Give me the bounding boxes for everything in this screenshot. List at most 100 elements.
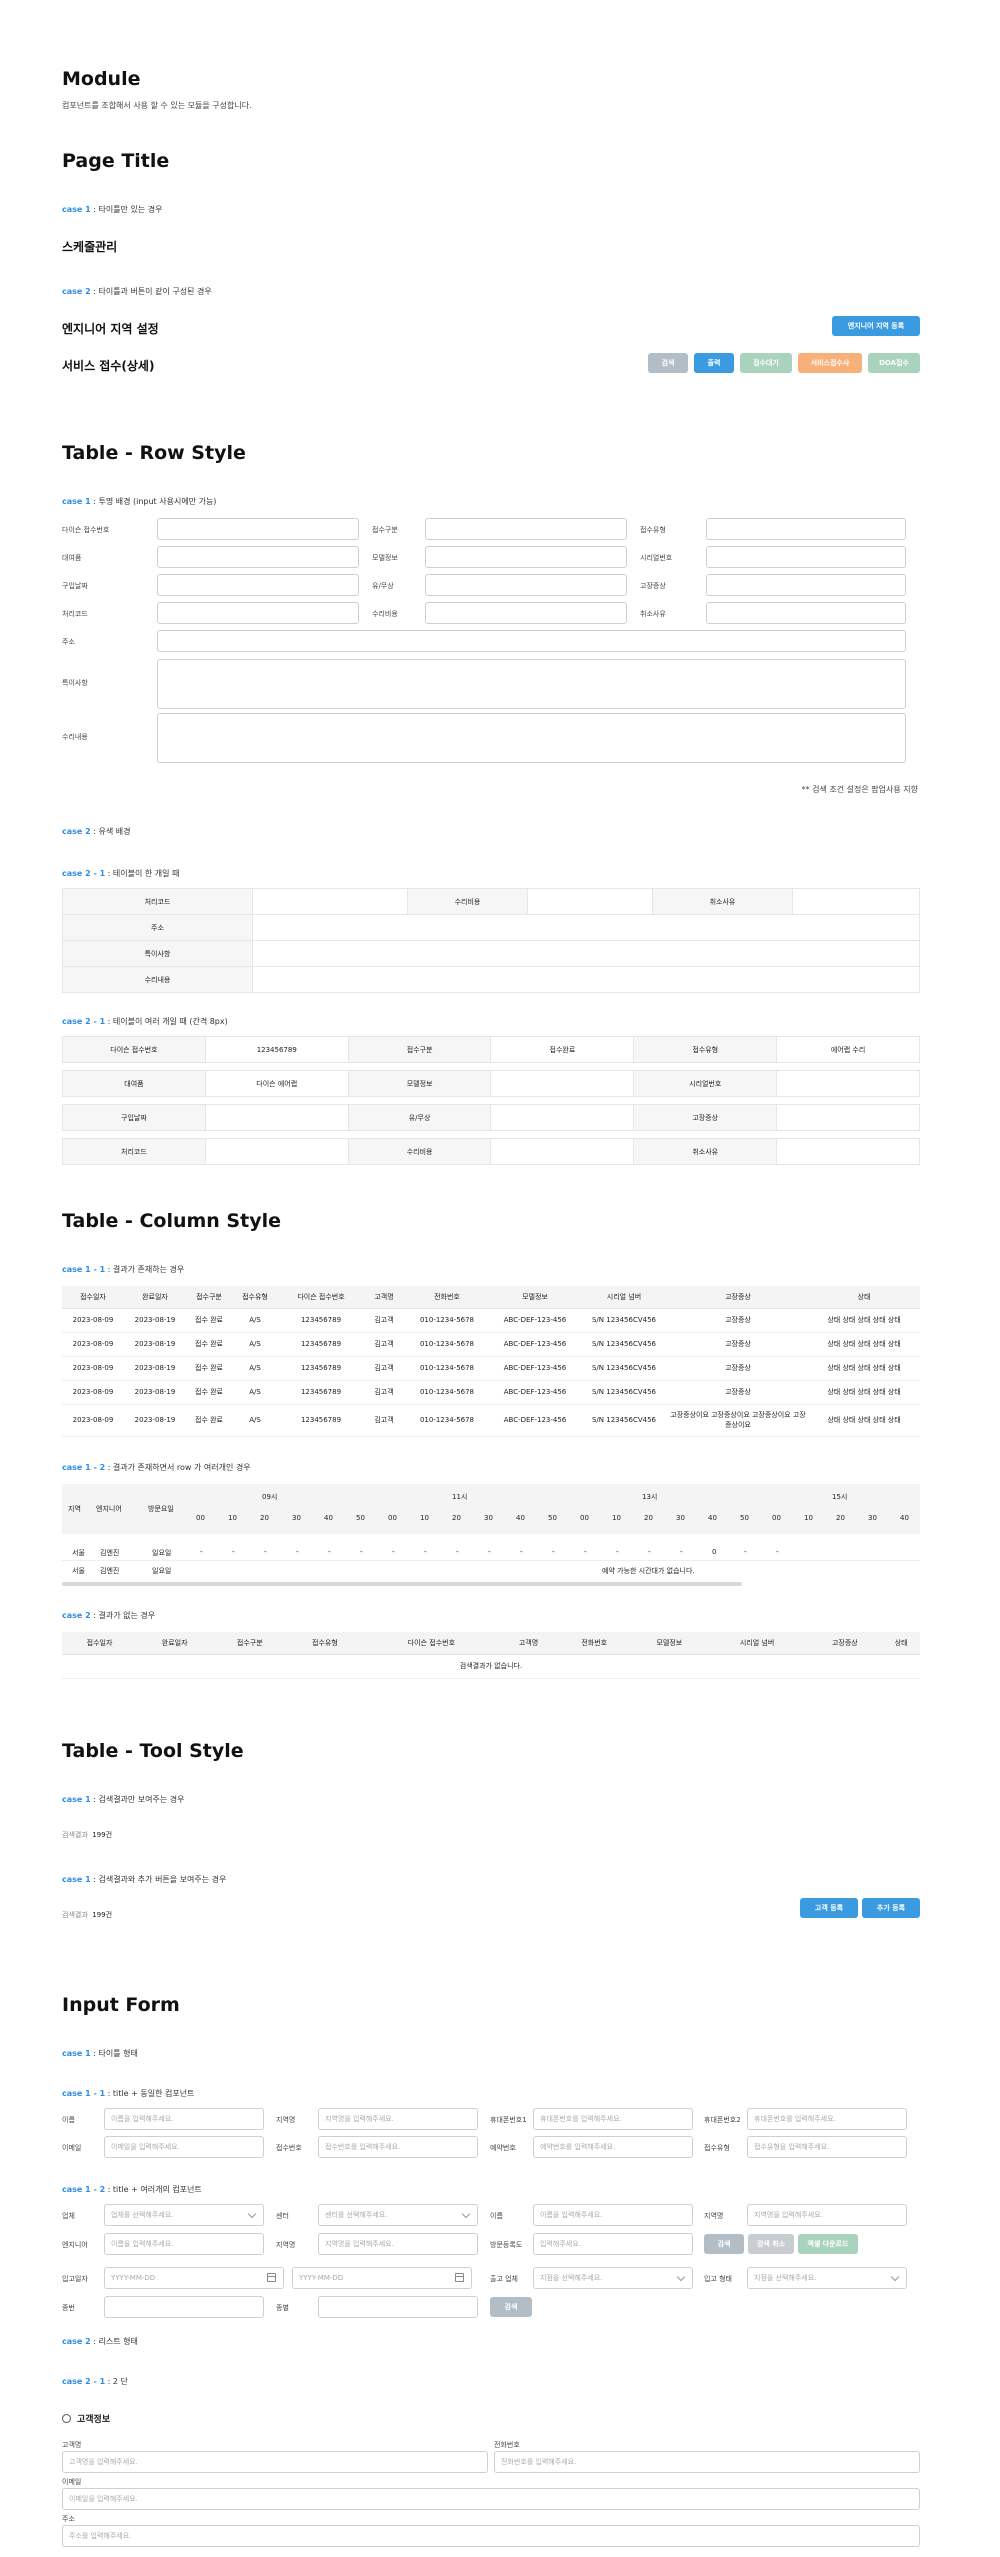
slot-cell[interactable]: -: [392, 1548, 395, 1556]
customer-name-input[interactable]: 고객명을 입력해주세요.: [62, 2451, 488, 2473]
column-header[interactable]: 고객명: [364, 1286, 404, 1309]
text-input[interactable]: 지역명을 입력해주세요.: [318, 2108, 478, 2130]
phone-input[interactable]: 전화번호를 입력해주세요.: [494, 2451, 920, 2473]
column-header[interactable]: 전화번호: [556, 1632, 632, 1655]
slot-cell[interactable]: -: [264, 1548, 267, 1556]
slot-cell[interactable]: -: [648, 1548, 651, 1556]
slot-cell[interactable]: -: [584, 1548, 587, 1556]
ship-vendor-select[interactable]: 지점을 선택해주세요.: [533, 2267, 693, 2289]
form-input[interactable]: [425, 602, 627, 624]
type-input[interactable]: [318, 2296, 478, 2318]
column-header[interactable]: 완료일자: [137, 1632, 213, 1655]
form-input[interactable]: [425, 518, 627, 540]
column-header[interactable]: 다이슨 접수번호: [278, 1286, 364, 1309]
form-input[interactable]: [157, 602, 359, 624]
form-input[interactable]: [157, 574, 359, 596]
action-button[interactable]: 검색: [648, 353, 688, 373]
column-header[interactable]: 접수유형: [232, 1286, 278, 1309]
form-input[interactable]: [157, 518, 359, 540]
slot-cell[interactable]: -: [232, 1548, 235, 1556]
form-input[interactable]: [425, 546, 627, 568]
column-header[interactable]: 완료일자: [124, 1286, 186, 1309]
column-header[interactable]: 다이슨 접수번호: [362, 1632, 501, 1655]
select-input[interactable]: 센터를 선택해주세요.: [318, 2204, 478, 2226]
form-input[interactable]: [706, 546, 906, 568]
receive-type-select[interactable]: 지점을 선택해주세요.: [747, 2267, 907, 2289]
text-input[interactable]: 지역명을 입력해주세요.: [318, 2233, 478, 2255]
slot-cell[interactable]: -: [424, 1548, 427, 1556]
column-header[interactable]: 고장증상: [807, 1632, 883, 1655]
horizontal-scrollbar[interactable]: [62, 1582, 742, 1586]
special-note-textarea[interactable]: [157, 659, 906, 709]
text-input[interactable]: 휴대폰번호를 입력해주세요.: [747, 2108, 907, 2130]
column-header[interactable]: 고장증상: [668, 1286, 808, 1309]
end-date-input[interactable]: YYYY-MM-DD: [292, 2267, 472, 2289]
column-header[interactable]: 접수구분: [186, 1286, 232, 1309]
form-input[interactable]: [157, 546, 359, 568]
action-button[interactable]: 출력: [694, 353, 734, 373]
start-date-input[interactable]: YYYY-MM-DD: [104, 2267, 284, 2289]
form-input[interactable]: [706, 574, 906, 596]
text-input[interactable]: 예약번호를 입력해주세요.: [533, 2136, 693, 2158]
engineer-region-add-button[interactable]: 엔지니어 지역 등록: [832, 316, 920, 336]
action-button[interactable]: DOA접수: [868, 353, 920, 373]
slot-cell[interactable]: -: [680, 1548, 683, 1556]
column-header[interactable]: 모델정보: [490, 1286, 580, 1309]
slot-cell[interactable]: -: [456, 1548, 459, 1556]
repair-content-textarea[interactable]: [157, 713, 906, 763]
select-input[interactable]: 업체를 선택해주세요.: [104, 2204, 264, 2226]
table-row[interactable]: 2023-08-09 2023-08-19 접수 완료 A/S 123456789 김고객…: [62, 1404, 920, 1437]
slot-cell[interactable]: 0: [712, 1548, 716, 1556]
table-row[interactable]: 2023-08-09 2023-08-19 접수 완료 A/S 123456789 김고객…: [62, 1332, 920, 1357]
slot-cell[interactable]: -: [776, 1548, 779, 1556]
calendar-icon[interactable]: [455, 2273, 464, 2282]
column-header[interactable]: 상태: [882, 1632, 920, 1655]
slot-cell[interactable]: -: [552, 1548, 555, 1556]
action-button[interactable]: 엑셀 다운로드: [798, 2234, 858, 2254]
column-header[interactable]: 접수일자: [62, 1632, 138, 1655]
extra-add-button[interactable]: 추가 등록: [862, 1898, 920, 1918]
action-button[interactable]: 접수대기: [740, 353, 792, 373]
column-header[interactable]: 시리얼 넘버: [580, 1286, 668, 1309]
calendar-icon[interactable]: [267, 2273, 276, 2282]
slot-cell[interactable]: -: [328, 1548, 331, 1556]
slot-cell[interactable]: -: [296, 1548, 299, 1556]
search-button[interactable]: 검색: [490, 2297, 532, 2317]
slot-cell[interactable]: -: [200, 1548, 203, 1556]
address-input[interactable]: [157, 630, 906, 652]
slot-cell[interactable]: -: [616, 1548, 619, 1556]
text-input[interactable]: 접수번호를 입력해주세요.: [318, 2136, 478, 2158]
column-header[interactable]: 고객명: [500, 1632, 557, 1655]
column-header[interactable]: 접수구분: [212, 1632, 288, 1655]
slot-cell[interactable]: -: [744, 1548, 747, 1556]
slot-cell[interactable]: -: [360, 1548, 363, 1556]
text-input[interactable]: 입력해주세요.: [533, 2233, 693, 2255]
text-input[interactable]: 휴대폰번호를 입력해주세요.: [533, 2108, 693, 2130]
slot-cell[interactable]: -: [520, 1548, 523, 1556]
text-input[interactable]: 이름을 입력해주세요.: [104, 2108, 264, 2130]
column-header[interactable]: 접수일자: [62, 1286, 124, 1309]
table-row[interactable]: 2023-08-09 2023-08-19 접수 완료 A/S 123456789 김고객…: [62, 1380, 920, 1405]
column-header[interactable]: 모델정보: [631, 1632, 707, 1655]
address-field[interactable]: 주소를 입력해주세요.: [62, 2525, 920, 2547]
action-button[interactable]: 검색 취소: [748, 2234, 794, 2254]
form-input[interactable]: [706, 602, 906, 624]
text-input[interactable]: 이름을 입력해주세요.: [533, 2204, 693, 2226]
slot-cell[interactable]: -: [488, 1548, 491, 1556]
action-button[interactable]: 검색: [704, 2234, 744, 2254]
column-header[interactable]: 시리얼 넘버: [706, 1632, 808, 1655]
column-header[interactable]: 상태: [808, 1286, 920, 1309]
table-row[interactable]: 2023-08-09 2023-08-19 접수 완료 A/S 123456789 김고객…: [62, 1356, 920, 1381]
column-header[interactable]: 전화번호: [404, 1286, 490, 1309]
form-input[interactable]: [706, 518, 906, 540]
form-input[interactable]: [425, 574, 627, 596]
column-header[interactable]: 접수유형: [287, 1632, 363, 1655]
text-input[interactable]: 접수유형을 입력해주세요.: [747, 2136, 907, 2158]
customer-add-button[interactable]: 고객 등록: [800, 1898, 858, 1918]
email-input[interactable]: 이메일을 입력해주세요.: [62, 2488, 920, 2510]
table-row[interactable]: 2023-08-09 2023-08-19 접수 완료 A/S 123456789 김고객…: [62, 1308, 920, 1333]
action-button[interactable]: 서비스접수사: [798, 353, 862, 373]
category-input[interactable]: [104, 2296, 264, 2318]
text-input[interactable]: 이름을 입력해주세요.: [104, 2233, 264, 2255]
text-input[interactable]: 지역명을 입력해주세요.: [747, 2204, 907, 2226]
